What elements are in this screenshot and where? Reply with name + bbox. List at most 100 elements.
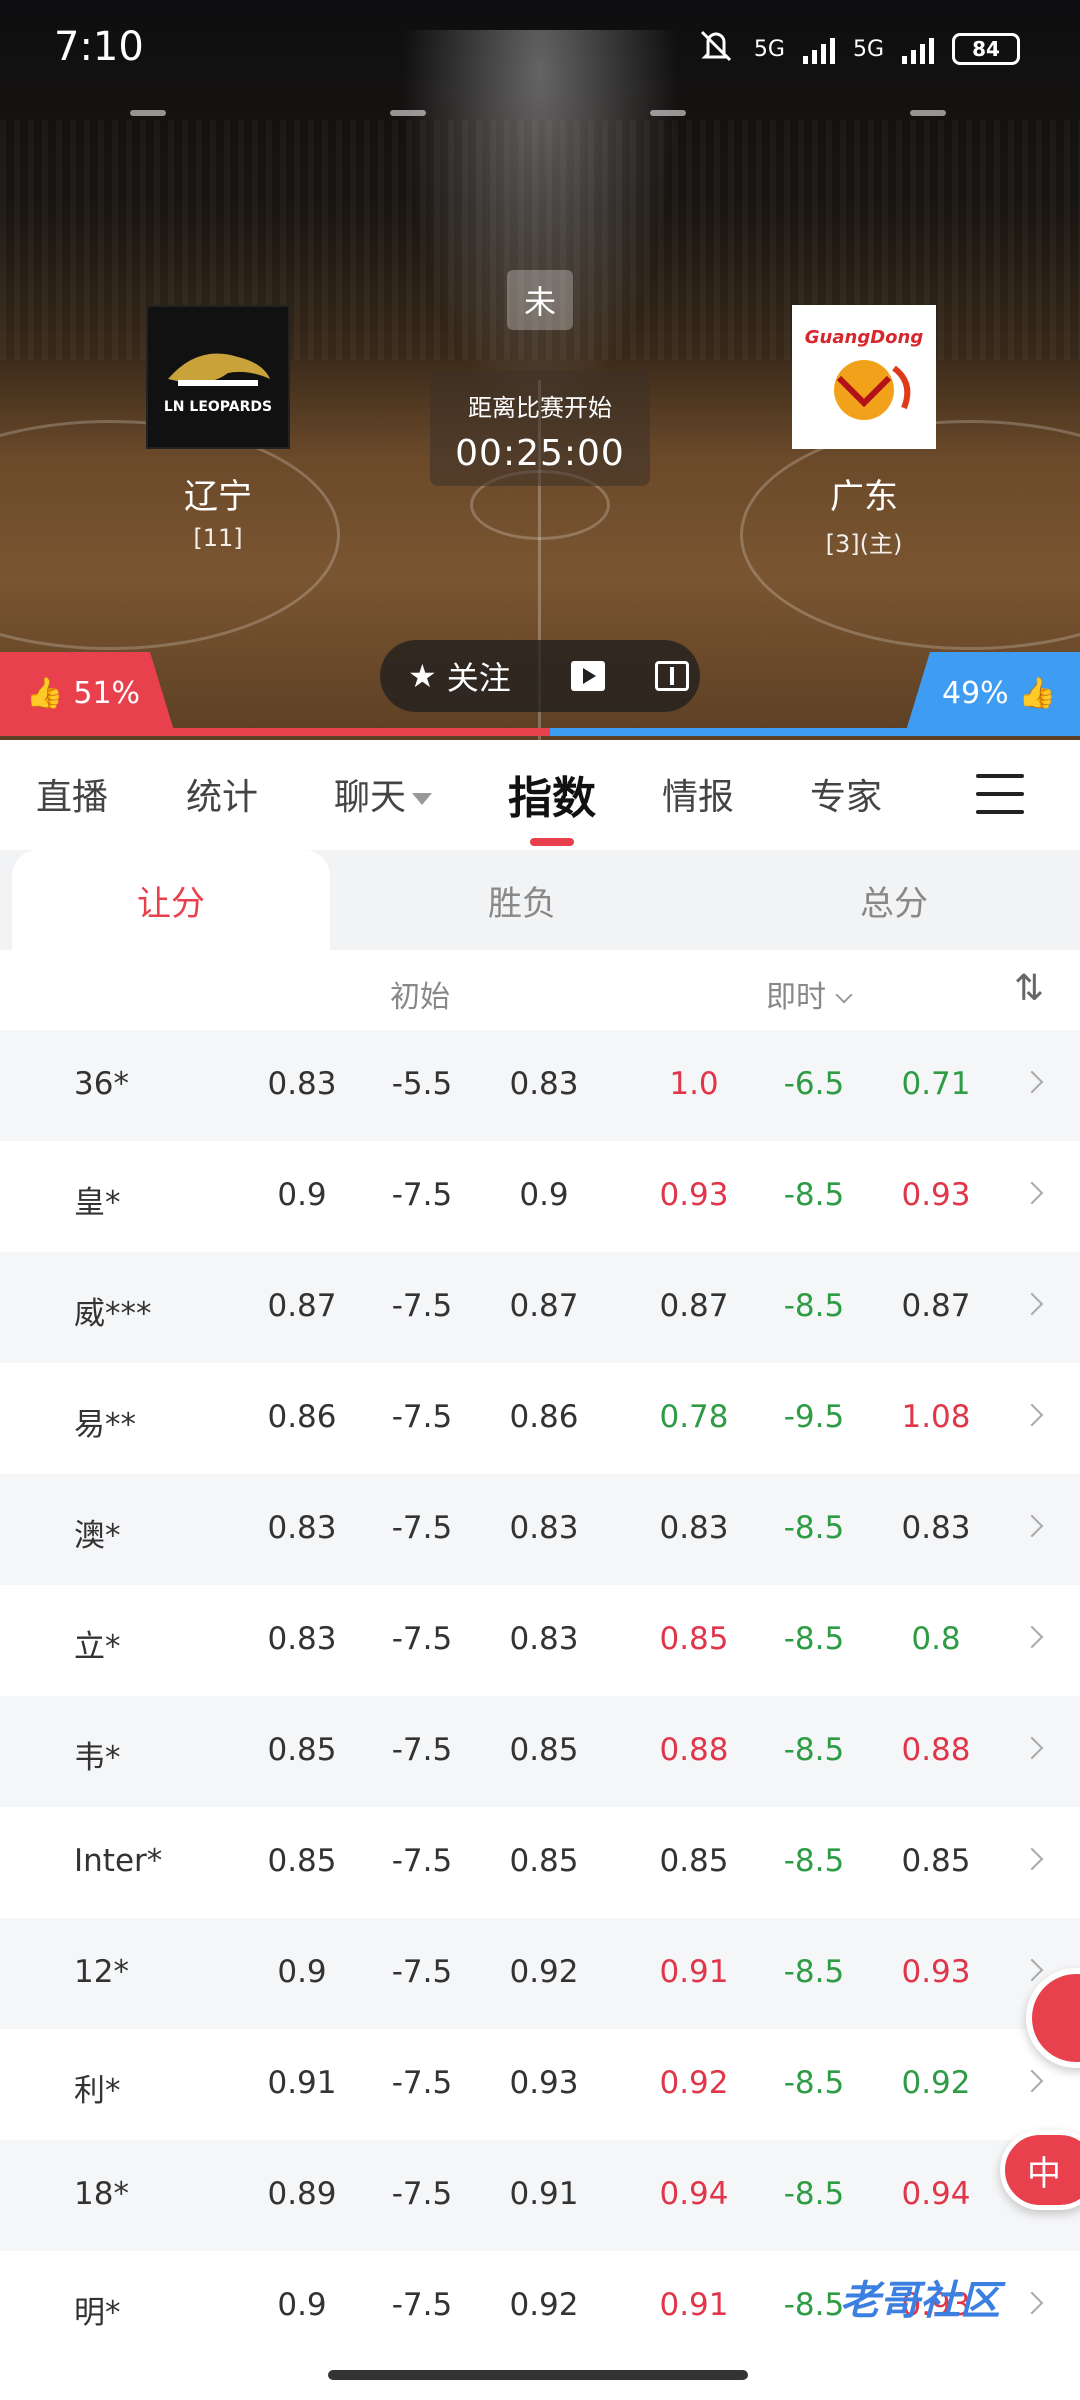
initial-line: -7.5 [391, 1843, 453, 1879]
company-name: 威*** [74, 1296, 152, 1332]
table-row[interactable]: 18* 0.89 -7.5 0.91 0.94 -8.5 0.94 [0, 2140, 1080, 2251]
live-line: -8.5 [783, 2065, 845, 2101]
odds-column-header: 初始 即时 ⇅ [0, 950, 1080, 1030]
follow-label: 关注 [446, 659, 511, 697]
home-team-logo: GuangDong [792, 305, 936, 449]
live-column-header[interactable]: 即时 [766, 972, 853, 1016]
table-row[interactable]: 立* 0.83 -7.5 0.83 0.85 -8.5 0.8 [0, 1585, 1080, 1696]
vote-bar-home [550, 728, 1080, 736]
chevron-right-icon [1020, 1403, 1044, 1427]
initial-away-odds: 0.92 [509, 1954, 579, 1990]
initial-line: -7.5 [391, 2065, 453, 2101]
subtab-handicap[interactable]: 让分 [12, 850, 330, 950]
status-bar: 7:10 5G 5G 84 [0, 0, 1080, 100]
home-indicator[interactable] [328, 2370, 748, 2380]
thumbs-up-icon: 👍 [1018, 675, 1056, 711]
initial-away-odds: 0.85 [509, 1732, 579, 1768]
initial-line: -5.5 [391, 1066, 453, 1102]
chevron-right-icon [1020, 1070, 1044, 1094]
countdown-label: 距离比赛开始 [468, 394, 612, 422]
table-row[interactable]: 皇* 0.9 -7.5 0.9 0.93 -8.5 0.93 [0, 1141, 1080, 1252]
animation-icon[interactable] [654, 661, 689, 691]
chevron-right-icon [1020, 1292, 1044, 1316]
live-column-label: 即时 [766, 980, 826, 1015]
initial-home-odds: 0.85 [267, 1843, 337, 1879]
live-away-odds: 0.94 [901, 2176, 971, 2212]
live-away-odds: 0.71 [901, 1066, 971, 1102]
live-home-odds: 0.87 [659, 1288, 729, 1324]
subtab-moneyline[interactable]: 胜负 [372, 850, 672, 950]
vote-away-percent: 51% [73, 675, 141, 711]
menu-icon[interactable] [976, 774, 1024, 814]
table-row[interactable]: 韦* 0.85 -7.5 0.85 0.88 -8.5 0.88 [0, 1696, 1080, 1807]
sort-icon[interactable]: ⇅ [1014, 968, 1044, 1009]
live-line: -9.5 [783, 1399, 845, 1435]
star-icon: ★ [408, 657, 437, 695]
follow-button[interactable]: ★ 关注 [408, 653, 511, 699]
initial-line: -7.5 [391, 1621, 453, 1657]
vote-home-button[interactable]: 49% 👍 [905, 652, 1080, 734]
initial-line: -7.5 [391, 1954, 453, 1990]
play-video-icon[interactable] [570, 661, 605, 691]
initial-away-odds: 0.83 [509, 1621, 579, 1657]
live-line: -8.5 [783, 1843, 845, 1879]
table-row[interactable]: 威*** 0.87 -7.5 0.87 0.87 -8.5 0.87 [0, 1252, 1080, 1363]
initial-home-odds: 0.83 [267, 1066, 337, 1102]
tab-intel[interactable]: 情报 [662, 768, 734, 820]
tab-chat-label: 聊天 [334, 777, 407, 818]
live-away-odds: 0.93 [901, 1177, 971, 1213]
arena-light [650, 110, 686, 116]
arena-light [910, 110, 946, 116]
live-line: -8.5 [783, 2176, 845, 2212]
live-away-odds: 0.88 [901, 1732, 971, 1768]
table-row[interactable]: 12* 0.9 -7.5 0.92 0.91 -8.5 0.93 [0, 1918, 1080, 2029]
live-home-odds: 0.94 [659, 2176, 729, 2212]
table-row[interactable]: Inter* 0.85 -7.5 0.85 0.85 -8.5 0.85 [0, 1807, 1080, 1918]
vote-away-button[interactable]: 👍 51% [0, 652, 175, 734]
live-line: -8.5 [783, 1510, 845, 1546]
tab-live[interactable]: 直播 [36, 768, 108, 820]
tab-stats[interactable]: 统计 [186, 768, 258, 820]
live-home-odds: 0.92 [659, 2065, 729, 2101]
tiger-icon [834, 359, 911, 420]
away-team[interactable]: LN LEOPARDS 辽宁 [11] [118, 305, 318, 552]
tab-chat[interactable]: 聊天 [334, 768, 433, 820]
status-icons: 5G 5G 84 [696, 28, 1020, 70]
battery-icon: 84 [952, 33, 1020, 65]
initial-home-odds: 0.9 [277, 1177, 327, 1213]
chevron-down-icon [835, 986, 853, 1004]
company-name: 12* [74, 1954, 129, 1990]
subtab-total[interactable]: 总分 [744, 850, 1044, 950]
away-team-name: 辽宁 [184, 477, 252, 517]
live-line: -8.5 [783, 1954, 845, 1990]
initial-home-odds: 0.9 [277, 2287, 327, 2323]
odds-type-tabs: 让分 胜负 总分 [0, 850, 1080, 950]
table-row[interactable]: 36* 0.83 -5.5 0.83 1.0 -6.5 0.71 [0, 1030, 1080, 1141]
live-home-odds: 0.85 [659, 1621, 729, 1657]
tab-experts[interactable]: 专家 [810, 768, 882, 820]
initial-home-odds: 0.9 [277, 1954, 327, 1990]
chevron-right-icon [1020, 1736, 1044, 1760]
initial-home-odds: 0.83 [267, 1510, 337, 1546]
tab-odds[interactable]: 指数 [508, 762, 596, 826]
chevron-right-icon [1020, 2069, 1044, 2093]
chevron-down-icon [412, 793, 433, 805]
chevron-right-icon [1020, 1514, 1044, 1538]
table-row[interactable]: 利* 0.91 -7.5 0.93 0.92 -8.5 0.92 [0, 2029, 1080, 2140]
company-name: 澳* [74, 1518, 121, 1554]
home-team-name: 广东 [830, 477, 898, 517]
chevron-right-icon [1020, 2291, 1044, 2315]
initial-line: -7.5 [391, 2287, 453, 2323]
initial-away-odds: 0.87 [509, 1288, 579, 1324]
company-name: 明* [74, 2295, 121, 2331]
vote-home-percent: 49% [941, 675, 1009, 711]
chevron-right-icon [1020, 1958, 1044, 1982]
table-row[interactable]: 澳* 0.83 -7.5 0.83 0.83 -8.5 0.83 [0, 1474, 1080, 1585]
initial-away-odds: 0.93 [509, 2065, 579, 2101]
mute-icon [696, 28, 736, 70]
initial-away-odds: 0.86 [509, 1399, 579, 1435]
table-row[interactable]: 易** 0.86 -7.5 0.86 0.78 -9.5 1.08 [0, 1363, 1080, 1474]
home-team[interactable]: GuangDong 广东 [3](主) [764, 305, 964, 559]
floating-chat-button[interactable]: 中 [1000, 2130, 1080, 2210]
chat-icon: 中 [1027, 2153, 1061, 2194]
